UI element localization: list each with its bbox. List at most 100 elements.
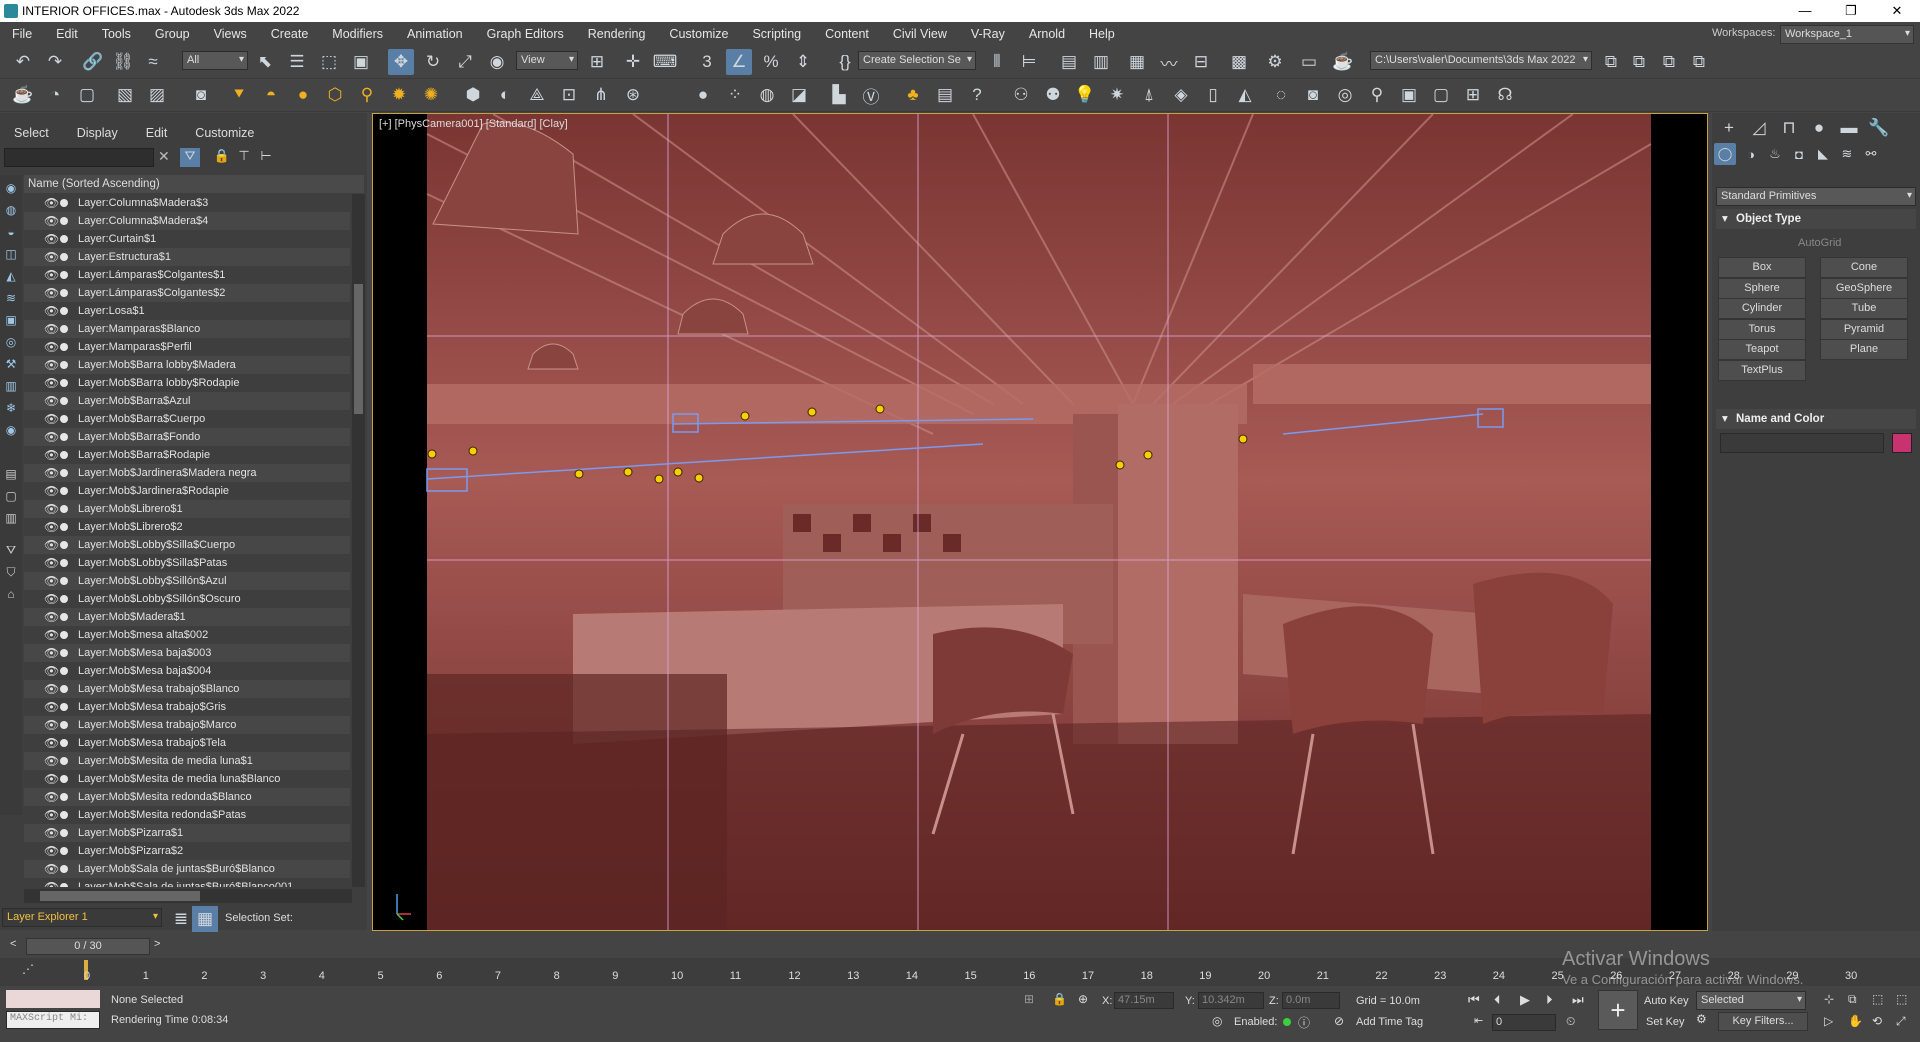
workspace-select[interactable]: Workspace_1 — [1780, 25, 1914, 44]
render-toggle-icon[interactable] — [60, 397, 68, 405]
visibility-eye-icon[interactable]: 👁 — [44, 356, 59, 374]
layer-row[interactable]: 👁 Layer:Mob$Mesita redonda$Patas — [24, 806, 350, 824]
render-toggle-icon[interactable] — [60, 199, 68, 207]
render-setup-icon[interactable]: ⚙ — [1262, 49, 1288, 75]
project-folder-dropdown[interactable]: C:\Users\valer\Documents\3ds Max 2022 — [1370, 51, 1592, 70]
edit-named-selection-icon[interactable]: {} — [832, 49, 858, 75]
menu-edit[interactable]: Edit — [44, 27, 90, 41]
menu-content[interactable]: Content — [813, 27, 881, 41]
filter-helpers-icon[interactable]: ◭ — [2, 267, 20, 285]
maxscript-listener-top[interactable] — [6, 990, 100, 1008]
render-toggle-icon[interactable] — [60, 469, 68, 477]
vray-clipper-icon[interactable]: ⋔ — [588, 82, 614, 108]
reference-coordinate-dropdown[interactable]: View — [516, 51, 578, 70]
move-icon[interactable]: ✥ — [388, 49, 414, 75]
arnold-render-icon[interactable]: ⚇ — [1008, 82, 1034, 108]
curve-editor-mini-icon[interactable]: ⋰ — [22, 962, 34, 976]
redo-icon[interactable]: ↷ — [42, 49, 68, 75]
arnold-ipr-icon[interactable]: ⚉ — [1040, 82, 1066, 108]
filter-cameras-icon[interactable]: ◫ — [2, 245, 20, 263]
render-toggle-icon[interactable] — [60, 451, 68, 459]
nested-icon[interactable]: ⊢ — [256, 148, 276, 167]
filter-icon[interactable]: ⛛ — [180, 148, 200, 167]
layer-explorer-icon[interactable]: ▥ — [1088, 49, 1114, 75]
create-tube-button[interactable]: Tube — [1820, 298, 1908, 319]
vray-multimat-icon[interactable]: ⁘ — [722, 82, 748, 108]
display-invert-icon[interactable]: ▥ — [2, 509, 20, 527]
visibility-eye-icon[interactable]: 👁 — [44, 212, 59, 230]
rotate-icon[interactable]: ↻ — [420, 49, 446, 75]
material-editor-icon[interactable]: ▩ — [1226, 49, 1252, 75]
object-name-field[interactable] — [1720, 433, 1884, 453]
pan-icon[interactable]: ✋ — [1848, 1014, 1863, 1028]
visibility-eye-icon[interactable]: 👁 — [44, 428, 59, 446]
layer-row[interactable]: 👁 Layer:Mob$Jardinera$Madera negra — [24, 464, 350, 482]
menu-help[interactable]: Help — [1077, 27, 1127, 41]
visibility-eye-icon[interactable]: 👁 — [44, 860, 59, 878]
visibility-eye-icon[interactable]: 👁 — [44, 734, 59, 752]
mirror-icon[interactable]: ⫴ — [984, 49, 1010, 75]
visibility-eye-icon[interactable]: 👁 — [44, 788, 59, 806]
render-toggle-icon[interactable] — [60, 307, 68, 315]
vray-ambient-light-icon[interactable]: ✹ — [386, 82, 412, 108]
lock-icon[interactable]: 🔒 — [212, 148, 232, 167]
render-toggle-icon[interactable] — [60, 577, 68, 585]
link-icon[interactable]: 🔗 — [80, 49, 106, 75]
menu-scripting[interactable]: Scripting — [740, 27, 813, 41]
time-slider-prev-icon[interactable]: < — [10, 938, 16, 950]
render-toggle-icon[interactable] — [60, 847, 68, 855]
vray-sphere-light-icon[interactable]: ● — [290, 82, 316, 108]
layer-row[interactable]: 👁 Layer:Mob$Mesa baja$004 — [24, 662, 350, 680]
visibility-eye-icon[interactable]: 👁 — [44, 644, 59, 662]
lights-category-icon[interactable]: ♨ — [1764, 143, 1786, 165]
vray-mat-library-icon[interactable]: ◍ — [754, 82, 780, 108]
snaps-toggle-icon[interactable]: 3 — [694, 49, 720, 75]
filter-xrefs-icon[interactable]: ◎ — [2, 333, 20, 351]
isolate-icon[interactable]: ⊞ — [1024, 992, 1034, 1006]
display-all-icon[interactable]: ▤ — [2, 465, 20, 483]
layer-row[interactable]: 👁 Layer:Mob$Lobby$Silla$Patas — [24, 554, 350, 572]
layer-row[interactable]: 👁 Layer:Mob$Mesa baja$003 — [24, 644, 350, 662]
arnold-ear-icon[interactable]: ☊ — [1492, 82, 1518, 108]
vray-material-icon[interactable]: ● — [690, 82, 716, 108]
vray-logo-icon[interactable]: Ⓥ — [858, 82, 884, 108]
render-toggle-icon[interactable] — [60, 271, 68, 279]
visibility-eye-icon[interactable]: 👁 — [44, 338, 59, 356]
layer-row[interactable]: 👁 Layer:Mob$Barra$Cuerpo — [24, 410, 350, 428]
explorer-select-dropdown[interactable]: Layer Explorer 1 — [2, 908, 162, 927]
layer-row[interactable]: 👁 Layer:Mob$Barra lobby$Madera — [24, 356, 350, 374]
vray-light-icon[interactable]: ⯆ — [226, 82, 252, 108]
scene-explorer-toggle-icon[interactable]: ▤ — [1056, 49, 1082, 75]
clear-search-icon[interactable]: ✕ — [158, 148, 172, 167]
info-icon[interactable]: ⓘ — [1298, 1014, 1310, 1031]
layer-row[interactable]: 👁 Layer:Mob$Barra lobby$Rodapie — [24, 374, 350, 392]
layer-row[interactable]: 👁 Layer:Mob$mesa alta$002 — [24, 626, 350, 644]
primitive-category-dropdown[interactable]: Standard Primitives — [1716, 187, 1916, 206]
render-toggle-icon[interactable] — [60, 757, 68, 765]
key-selection-dropdown[interactable]: Selected — [1696, 991, 1806, 1010]
render-icon[interactable]: ◔ — [42, 82, 68, 108]
visibility-eye-icon[interactable]: 👁 — [44, 230, 59, 248]
create-teapot-button[interactable]: Teapot — [1718, 339, 1806, 360]
adaptive-degradation-icon[interactable]: ◎ — [1212, 1014, 1222, 1028]
motion-tab-icon[interactable]: ● — [1806, 115, 1832, 141]
layer-row[interactable]: 👁 Layer:Mob$Pizarra$2 — [24, 842, 350, 860]
layer-row[interactable]: 👁 Layer:Mob$Mesita de media luna$1 — [24, 752, 350, 770]
play-icon[interactable]: ▶ — [1520, 992, 1530, 1008]
helpers-category-icon[interactable]: ◣ — [1812, 143, 1834, 165]
render-toggle-icon[interactable] — [60, 343, 68, 351]
layer-row[interactable]: 👁 Layer:Estructura$1 — [24, 248, 350, 266]
maximize-button[interactable]: ❐ — [1828, 0, 1874, 22]
arnold-shader-icon[interactable]: ◌ — [1268, 82, 1294, 108]
layer-row[interactable]: 👁 Layer:Mob$Barra$Azul — [24, 392, 350, 410]
selection-filter-dropdown[interactable]: All — [182, 51, 248, 70]
percent-snap-icon[interactable]: % — [758, 49, 784, 75]
vray-sun-icon[interactable]: ✺ — [418, 82, 444, 108]
absolute-mode-icon[interactable]: ⊕ — [1078, 992, 1088, 1006]
maxscript-mini-listener[interactable]: MAXScript Mi: — [6, 1011, 100, 1029]
fov-icon[interactable]: ▷ — [1824, 1014, 1833, 1028]
visibility-eye-icon[interactable]: 👁 — [44, 374, 59, 392]
render-toggle-icon[interactable] — [60, 775, 68, 783]
object-color-swatch[interactable] — [1892, 433, 1912, 453]
menu-graph-editors[interactable]: Graph Editors — [475, 27, 576, 41]
